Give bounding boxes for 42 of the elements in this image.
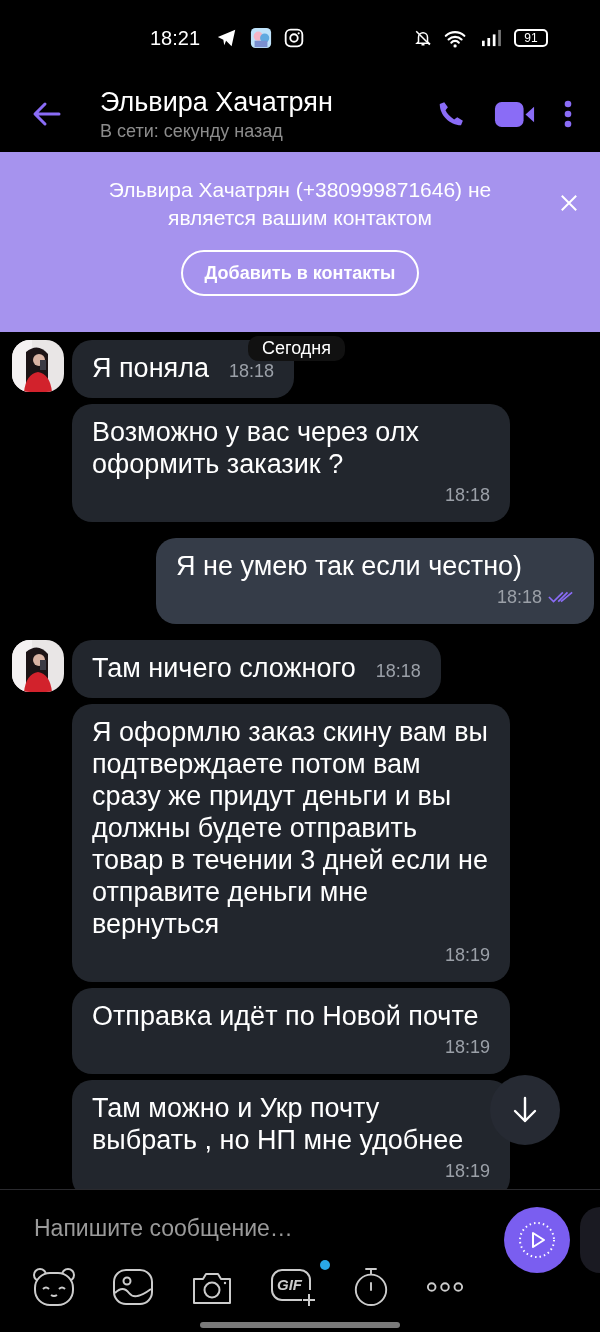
- message-time: 18:19: [444, 1160, 490, 1183]
- presence-status: В сети: секунду назад: [100, 120, 284, 143]
- received-message-bubble[interactable]: Отправка идёт по Новой почте 18:19: [72, 988, 510, 1074]
- sent-message-bubble[interactable]: Я не умею так если честно) 18:18: [156, 538, 594, 624]
- received-message-bubble[interactable]: Там можно и Укр почту выбрать , но НП мне удобнее 18:19: [72, 1080, 510, 1189]
- app-icon: [250, 27, 273, 49]
- received-message-bubble[interactable]: Возможно у вас через олх оформить заказик ? 18:18: [72, 404, 510, 522]
- message-text: Там можно и Укр почту выбрать , но НП мне удобнее: [92, 1092, 465, 1156]
- signal-icon: [480, 29, 502, 47]
- message-time: 18:18: [496, 586, 542, 609]
- bell-off-icon: [414, 28, 432, 48]
- message-text: Я поняла: [92, 352, 209, 384]
- message-text: Я не умею так если честно): [176, 550, 523, 582]
- play-icon: [517, 1220, 557, 1260]
- close-icon[interactable]: [560, 194, 578, 212]
- gallery-icon[interactable]: [112, 1267, 154, 1307]
- message-input[interactable]: Напишите сообщение…: [0, 1213, 504, 1243]
- video-camera-icon[interactable]: [494, 100, 536, 128]
- message-time: 18:18: [375, 660, 421, 683]
- gif-button[interactable]: GIF: [270, 1266, 316, 1308]
- instagram-icon: [284, 28, 305, 48]
- message-text: Я оформлю заказ скину вам вы подтверждаете потом вам сразу же придут деньги и вы должны будете отправить товар в течении 3 дней если не отправите деньги мне вернуться: [92, 716, 489, 940]
- down-arrow-icon: [513, 1096, 537, 1124]
- contact-name: Эльвира Хачатрян: [100, 86, 334, 119]
- message-time: 18:19: [444, 944, 490, 967]
- message-text: Там ничего сложного: [92, 652, 356, 684]
- bear-sticker-icon[interactable]: [32, 1267, 76, 1307]
- status-time: 18:21: [150, 26, 201, 50]
- message-time: 18:19: [444, 1036, 490, 1059]
- message-text: Возможно у вас через олх оформить заказик ?: [92, 416, 420, 480]
- received-message-bubble[interactable]: Там ничего сложного 18:18: [72, 640, 441, 698]
- banner-text: Эльвира Хачатрян (+380999871646) не является вашим контактом: [107, 177, 493, 231]
- timer-icon[interactable]: [352, 1266, 390, 1308]
- message-time: 18:18: [444, 484, 490, 507]
- date-label: Сегодня: [248, 336, 345, 361]
- received-message-bubble[interactable]: Я оформлю заказ скину вам вы подтверждаете потом вам сразу же придут деньги и вы должны будете отправить товар в течении 3 дней если не отправите деньги мне вернуться 18:19: [72, 704, 510, 982]
- message-time: 18:18: [228, 360, 274, 383]
- more-options-icon[interactable]: [564, 100, 572, 128]
- message-text: Отправка идёт по Новой почте: [92, 1000, 479, 1032]
- more-icon[interactable]: [426, 1281, 464, 1293]
- wifi-icon: [444, 28, 468, 48]
- battery-icon: 91: [514, 29, 548, 47]
